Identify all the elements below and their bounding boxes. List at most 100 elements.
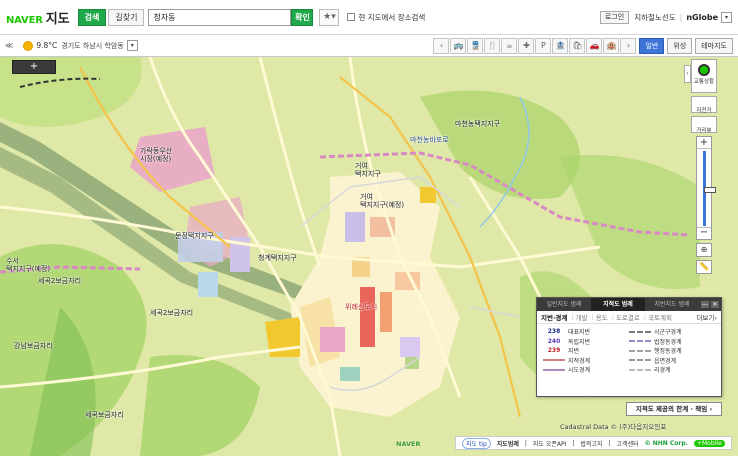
login-button[interactable]: 로그인 [599,10,630,24]
logo-naver-text: NAVER [6,14,43,26]
legend-tabs: 일반지도 범례 지적도 범례 지번지도 범례 — ✕ [537,298,721,311]
subway-icon[interactable]: 🚆 [467,37,484,54]
map-place-label[interactable]: 세곡2보금자리 [150,309,193,317]
divider: | [591,313,594,321]
maptype-theme-button[interactable]: 테마지도 [695,37,733,54]
poi-category-bar: ‹ 🚌 🚆 🍴 ☕ ✚ P 🏦 🛍 🚗 🏨 › [432,37,637,54]
traffic-label: 교통상황 [693,79,715,85]
chevron-left-icon[interactable]: ‹ [684,65,691,83]
minimize-icon[interactable]: — [701,301,709,308]
subtab-road[interactable]: 도로결로 [616,312,640,322]
map-canvas[interactable]: + 마천농바포로거여 택지지구거여 택지지구(예정) 문정택지지구청계택지지구위례… [0,57,738,456]
map-place-label[interactable]: 강남보금자리 [14,342,53,350]
tab-search[interactable]: 검색 [77,8,107,26]
zoom-slider[interactable]: + − [696,136,716,240]
nglobe-link[interactable]: nGlobe [686,13,718,22]
subtab-development[interactable]: 개발 [576,312,588,322]
search-submit-button[interactable]: 확인 [291,8,314,26]
map-tip-link[interactable]: 지도 tip [462,437,491,449]
legend-more-link[interactable]: 더보기› [696,312,717,322]
maptype-satellite-button[interactable]: 위성 [667,37,693,54]
naver-map-app: NAVER 지도 검색 길찾기 청자동 확인 ★▾ 현 지도에서 장소검색 로그… [0,0,738,456]
chevron-right-icon[interactable]: › [620,37,637,54]
zoom-out-button[interactable]: − [697,227,711,239]
temperature: 9.8°C [36,41,58,50]
hospital-icon[interactable]: ✚ [518,37,535,54]
bank-icon[interactable]: 🏦 [552,37,569,54]
bus-icon[interactable]: 🚌 [450,37,467,54]
divider: | [608,439,611,447]
map-place-label[interactable]: 문정택지지구 [175,232,214,240]
car-icon[interactable]: 🚗 [586,37,603,54]
divider: | [679,12,683,22]
tab-lot-legend[interactable]: 지번지도 범례 [645,298,699,311]
map-place-label[interactable]: 위례신도시 [345,303,377,311]
open-api-link[interactable]: 지도 오픈API [533,439,566,448]
favorites-star-icon[interactable]: ★▾ [319,8,340,26]
cafe-icon[interactable]: ☕ [501,37,518,54]
divider: | [643,313,647,321]
legend-left-column: 238 대표지번 240 독립지번 239 지번 지적경계 시도경계 [543,327,629,375]
subtab-lot-boundary[interactable]: 지번·경계 [541,312,567,322]
subtab-land-plan[interactable]: 국토계획 [648,312,672,322]
legend-symbol: 238 [547,328,561,336]
legend-panel: 일반지도 범례 지적도 범례 지번지도 범례 — ✕ 지번·경계 | 개발 | … [536,297,722,397]
map-place-label[interactable]: 수서 택지지구(예정) [6,257,50,273]
zoom-in-button[interactable]: + [697,137,711,149]
street-view-button[interactable]: 거리뷰 [691,116,717,134]
tab-general-legend[interactable]: 일반지도 범례 [537,298,591,311]
traffic-toggle-button[interactable]: 교통상황 [691,59,717,93]
tab-directions[interactable]: 길찾기 [108,8,145,26]
tab-cadastral-legend[interactable]: 지적도 범례 [591,298,645,311]
legend-item: 리경계 [629,365,715,375]
map-place-label[interactable]: 마천농택지지구 [455,120,500,128]
legend-line-symbol [629,340,651,343]
map-legend-link[interactable]: 지도범례 [497,439,519,448]
map-place-label[interactable]: 가락동우산 시장(예정) [140,147,172,163]
legal-link[interactable]: 법적고지 [580,439,602,448]
legend-line-symbol [629,349,651,352]
divider: | [572,439,575,447]
zoom-thumb[interactable] [704,187,716,193]
checkbox-label: 현 지도에서 장소검색 [358,12,426,22]
search-input[interactable]: 청자동 [148,8,292,26]
subtab-usage[interactable]: 용도 [596,312,608,322]
legend-item: 240 독립지번 [543,337,629,347]
legend-label: 시도경계 [568,367,591,375]
street-view-label: 거리뷰 [696,128,712,134]
map-place-label[interactable]: 거여 택지지구 [355,162,381,178]
collapse-panel-icon[interactable]: ≪ [5,41,13,50]
map-place-label[interactable]: 거여 택지지구(예정) [360,193,404,209]
search-in-map-checkbox[interactable]: 현 지도에서 장소검색 [347,12,425,23]
checkbox-box[interactable] [347,13,356,21]
legend-label: 리경계 [654,367,671,375]
map-place-label[interactable]: 청계택지지구 [258,254,297,262]
map-place-label[interactable]: 마천농바포로 [410,136,449,144]
magnifier-icon[interactable]: ⊕ [696,243,712,257]
customer-center-link[interactable]: 고객센터 [617,439,639,448]
ruler-icon[interactable]: 📏 [696,260,712,274]
close-icon[interactable]: ✕ [711,301,719,308]
maptype-general-button[interactable]: 일반 [639,37,665,54]
mobile-link[interactable]: +Mobile [693,439,725,447]
chevron-left-icon[interactable]: ‹ [433,37,450,54]
chevron-down-icon[interactable]: ▾ [721,11,732,23]
cadastral-limit-button[interactable]: 지적도 제공의 한계 · 책임 › [626,402,722,416]
shopping-icon[interactable]: 🛍 [569,37,586,54]
legend-label: 읍면경계 [654,357,677,365]
parking-icon[interactable]: P [535,37,552,54]
subway-map-link[interactable]: 지하철노선도 [634,12,675,23]
hotel-icon[interactable]: 🏨 [603,37,620,54]
legend-label: 시군구경계 [654,329,682,337]
naver-map-logo[interactable]: NAVER 지도 [6,8,70,27]
chevron-down-icon[interactable]: ▾ [126,40,138,51]
legend-symbol: 239 [547,347,561,355]
bike-toggle-button[interactable]: 자전거 [691,96,717,114]
map-zoom-plus-button[interactable]: + [12,60,56,74]
logo-map-text: 지도 [45,11,70,27]
zoom-track[interactable] [703,151,716,226]
divider: | [571,313,574,321]
map-place-label[interactable]: 세곡보금자리 [85,411,124,419]
map-place-label[interactable]: 세곡2보금자리 [38,277,81,285]
restaurant-icon[interactable]: 🍴 [484,37,501,54]
